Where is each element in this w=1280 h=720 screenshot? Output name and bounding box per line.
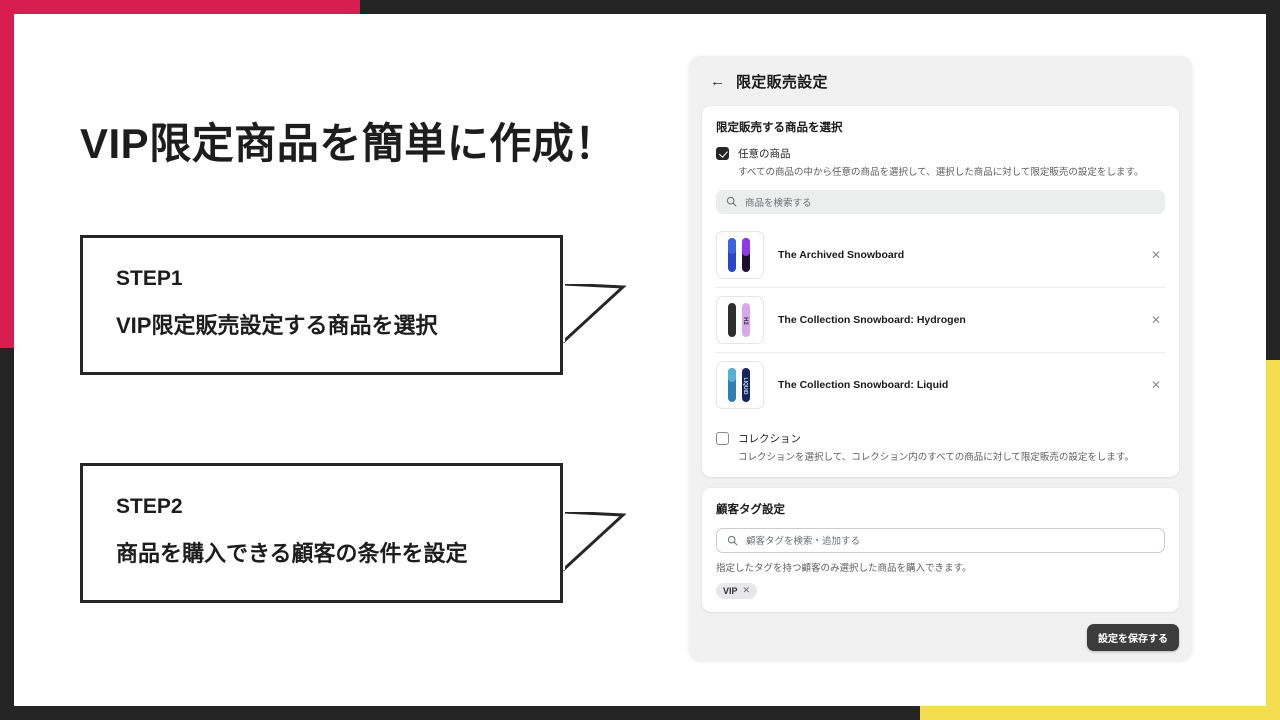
decor-yellow-bar-right — [1266, 360, 1280, 720]
products-card: 限定販売する商品を選択 任意の商品 すべての商品の中から任意の商品を選択して、選… — [702, 106, 1179, 477]
collection-label: コレクション — [738, 432, 801, 445]
chip-label: VIP — [723, 585, 738, 596]
step-1-tail-icon — [563, 284, 627, 346]
product-search-input[interactable]: 商品を検索する — [716, 189, 1165, 214]
arrow-left-icon[interactable]: ← — [710, 74, 725, 89]
page-title: VIP限定商品を簡単に作成！ — [80, 120, 617, 167]
customer-tags-help: 指定したタグを持つ顧客のみ選択した商品を購入できます。 — [716, 562, 972, 574]
customer-tag-search-placeholder: 顧客タグを検索・追加する — [746, 536, 861, 548]
close-icon[interactable]: ✕ — [743, 585, 751, 596]
product-thumbnail: H2 — [716, 295, 764, 344]
decor-red-bar-left — [0, 0, 14, 348]
step-2-text: 商品を購入できる顧客の条件を設定 — [116, 541, 468, 566]
any-product-checkbox-row[interactable]: 任意の商品 — [716, 146, 1165, 161]
svg-text:LIQUID: LIQUID — [742, 377, 748, 394]
slide-root: VIP限定商品を簡単に作成！ STEP1 VIP限定販売設定する商品を選択 ST… — [0, 0, 1280, 720]
step-1-number: STEP1 — [116, 267, 183, 290]
any-product-label: 任意の商品 — [738, 148, 791, 160]
save-row: 設定を保存する — [702, 623, 1179, 651]
collection-help: コレクションを選択して、コレクション内のすべての商品に対して限定販売の設定をしま… — [738, 451, 1134, 463]
customer-tag-chips: VIP ✕ — [716, 582, 1165, 599]
product-name: The Collection Snowboard: Liquid — [778, 378, 949, 391]
selected-products-list: The Archived Snowboard ✕ H2 The Collecti… — [716, 223, 1165, 417]
product-thumbnail — [716, 230, 764, 279]
table-row[interactable]: The Archived Snowboard ✕ — [716, 223, 1165, 287]
product-name: The Collection Snowboard: Hydrogen — [778, 313, 966, 326]
decor-red-bar-top — [0, 0, 360, 14]
step-1-text: VIP限定販売設定する商品を選択 — [116, 313, 438, 338]
table-row[interactable]: H2 The Collection Snowboard: Hydrogen ✕ — [716, 286, 1165, 352]
step-2-number: STEP2 — [116, 495, 183, 518]
collection-checkbox-row[interactable]: コレクション — [716, 431, 1165, 446]
app-header: ← 限定販売設定 — [702, 56, 1179, 106]
close-icon[interactable]: ✕ — [1151, 314, 1165, 326]
product-search-placeholder: 商品を検索する — [745, 197, 812, 209]
status-badge[interactable]: VIP ✕ — [716, 582, 758, 599]
step-callout-2: STEP2 商品を購入できる顧客の条件を設定 — [80, 463, 627, 603]
customer-tags-title: 顧客タグ設定 — [716, 503, 785, 516]
customer-tags-card: 顧客タグ設定 顧客タグを検索・追加する 指定したタグを持つ顧客のみ選択した商品を… — [702, 487, 1179, 612]
app-panel: ← 限定販売設定 限定販売する商品を選択 任意の商品 すべての商品の中から任意の… — [689, 56, 1192, 660]
search-icon — [727, 535, 738, 545]
customer-tag-search-input[interactable]: 顧客タグを検索・追加する — [716, 527, 1165, 553]
table-row[interactable]: LIQUID The Collection Snowboard: Liquid … — [716, 351, 1165, 417]
close-icon[interactable]: ✕ — [1151, 249, 1165, 261]
products-card-title: 限定販売する商品を選択 — [716, 122, 843, 134]
search-icon — [726, 197, 737, 207]
svg-text:H2: H2 — [742, 317, 748, 325]
app-title: 限定販売設定 — [736, 73, 828, 91]
decor-yellow-bar-bottom — [920, 706, 1280, 720]
any-product-help: すべての商品の中から任意の商品を選択して、選択した商品に対して限定販売の設定をし… — [738, 167, 1144, 178]
save-button[interactable]: 設定を保存する — [1087, 623, 1179, 651]
step-2-tail-icon — [563, 512, 627, 574]
product-name: The Archived Snowboard — [778, 248, 905, 261]
product-thumbnail: LIQUID — [716, 360, 764, 409]
close-icon[interactable]: ✕ — [1151, 379, 1165, 391]
collection-checkbox[interactable] — [716, 431, 729, 445]
any-product-checkbox[interactable] — [716, 147, 729, 160]
slide-canvas: VIP限定商品を簡単に作成！ STEP1 VIP限定販売設定する商品を選択 ST… — [14, 14, 1266, 706]
step-callout-1: STEP1 VIP限定販売設定する商品を選択 — [80, 235, 627, 375]
